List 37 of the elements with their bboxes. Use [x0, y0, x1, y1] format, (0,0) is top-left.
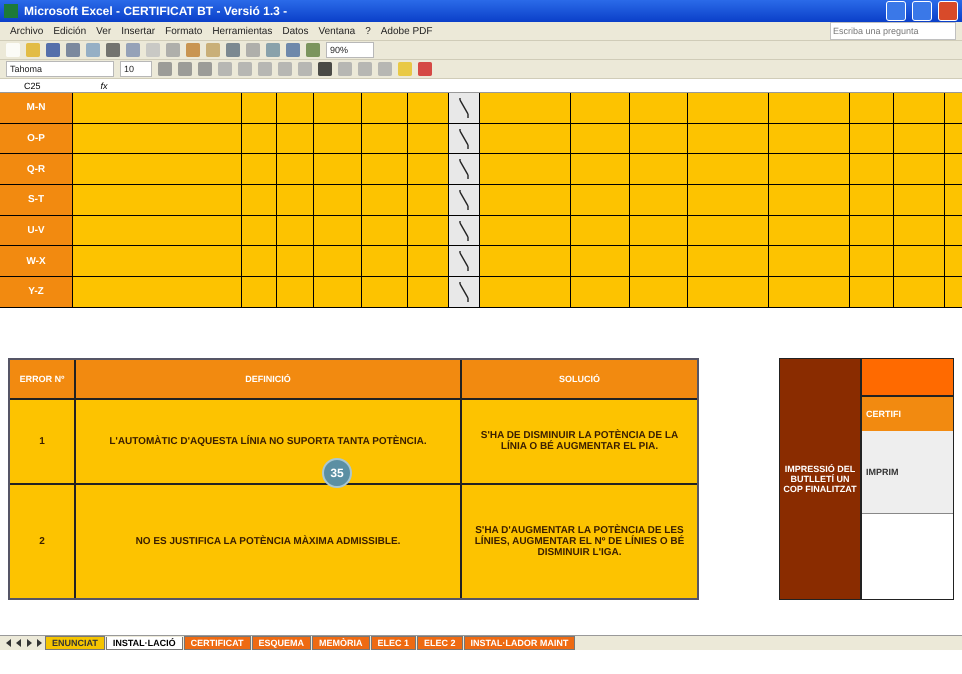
menu-item[interactable]: Adobe PDF: [376, 26, 436, 36]
menu-item[interactable]: Insertar: [117, 26, 160, 36]
row-label: U-V: [0, 216, 72, 246]
column-header: DEFINICIÓ: [76, 360, 460, 398]
column-header: CERTIFI: [862, 396, 953, 431]
print-button[interactable]: IMPRIM: [862, 430, 953, 514]
menu-item[interactable]: Archivo: [6, 26, 48, 36]
function-label: fx: [100, 80, 108, 90]
menu-item[interactable]: Ventana: [314, 26, 360, 36]
menu-item[interactable]: Ver: [92, 26, 116, 36]
help-search-field[interactable]: Escriba una pregunta: [830, 22, 956, 40]
menu-item[interactable]: Formato: [161, 26, 206, 36]
font-field[interactable]: Tahoma: [6, 61, 114, 77]
zoom-field[interactable]: 90%: [326, 42, 374, 58]
menu-item[interactable]: Edición: [49, 26, 90, 36]
menu-item[interactable]: ?: [361, 26, 375, 36]
row-label: O-P: [0, 124, 72, 154]
sheet-tab[interactable]: INSTAL·LACIÓ: [106, 636, 183, 650]
window-title: Microsoft Excel - CERTIFICAT BT - Versió 1.3 -: [24, 4, 288, 18]
row-label: Q-R: [0, 154, 72, 184]
menu-item[interactable]: Herramientas: [208, 26, 276, 36]
name-box[interactable]: C25: [24, 80, 41, 90]
table-cell: 2: [10, 484, 74, 598]
table-cell: S'HA D'AUGMENTAR LA POTÈNCIA DE LES LÍNIES, AUGMENTAR EL Nº DE LÍNIES O BÉ DISMINUIR L'IGA.: [462, 484, 697, 598]
column-header: ERROR Nº: [10, 360, 74, 398]
table-cell: S'HA DE DISMINUIR LA POTÈNCIA DE LA LÍNIA O BÉ AUGMENTAR EL PIA.: [462, 400, 697, 483]
row-label: Y-Z: [0, 277, 72, 307]
row-label: S-T: [0, 185, 72, 215]
row-label: M-N: [0, 93, 72, 123]
menu-item[interactable]: Datos: [278, 26, 312, 36]
font-size-field[interactable]: 10: [120, 61, 152, 77]
sheet-tab[interactable]: ENUNCIAT: [45, 636, 105, 650]
table-cell: 1: [10, 400, 74, 483]
table-cell: NO ES JUSTIFICA LA POTÈNCIA MÀXIMA ADMISSIBLE.: [76, 484, 460, 598]
row-label: W-X: [0, 246, 72, 276]
print-note: IMPRESSIÓ DEL BUTLLETÍ UN COP FINALITZAT: [780, 358, 862, 599]
column-header: SOLUCIÓ: [462, 360, 697, 398]
